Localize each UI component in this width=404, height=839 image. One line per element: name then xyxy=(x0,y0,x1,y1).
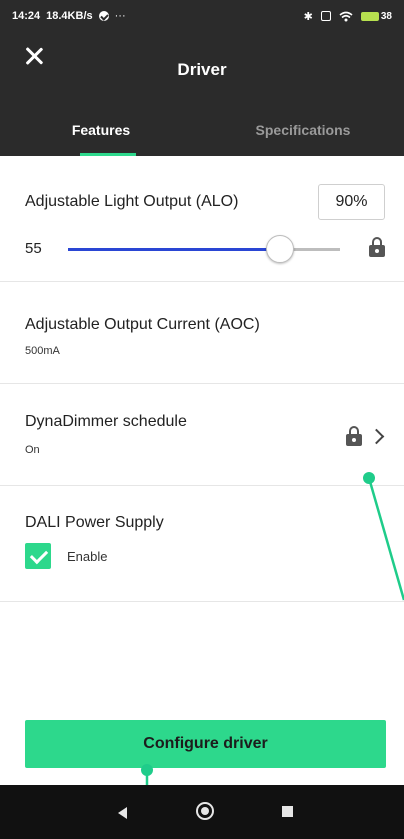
enable-checkbox[interactable] xyxy=(25,543,51,569)
enable-checkbox-label: Enable xyxy=(67,549,108,564)
recent-apps-icon[interactable] xyxy=(282,806,293,817)
check-circle-icon xyxy=(98,11,109,21)
dynadimmer-status: On xyxy=(25,444,40,456)
tab-specifications[interactable]: Specifications xyxy=(202,110,404,156)
bluetooth-icon: ✱ xyxy=(303,10,313,23)
battery-percent: 38 xyxy=(380,10,392,22)
tab-features[interactable]: Features xyxy=(0,110,202,156)
chevron-right-icon[interactable] xyxy=(368,428,385,445)
system-nav-bar xyxy=(0,785,404,839)
page-title: Driver xyxy=(177,60,227,79)
app-bar: Driver xyxy=(0,32,404,110)
alo-section: Adjustable Light Output (ALO) 90% 55 xyxy=(0,156,404,282)
alo-value-field[interactable]: 90% xyxy=(318,184,385,220)
configure-driver-button[interactable]: Configure driver xyxy=(25,720,386,768)
battery-icon: 38 xyxy=(360,10,392,22)
dali-section: DALI Power Supply Enable xyxy=(0,486,404,602)
alo-slider-fill xyxy=(68,248,281,251)
more-icon: ··· xyxy=(114,10,126,22)
status-bar: 14:24 18.4KB/s ··· ✱ 38 xyxy=(0,0,404,32)
status-time: 14:24 xyxy=(12,10,41,22)
lock-icon xyxy=(346,426,362,446)
home-icon[interactable] xyxy=(196,802,214,820)
tab-features-label: Features xyxy=(71,122,131,138)
sim-icon xyxy=(320,11,331,21)
lock-icon xyxy=(369,237,385,257)
slider-min-label: 55 xyxy=(25,240,42,257)
network-speed: 18.4KB/s xyxy=(46,10,93,22)
dynadimmer-section[interactable]: DynaDimmer schedule On xyxy=(0,384,404,486)
dali-title: DALI Power Supply xyxy=(25,514,164,531)
dynadimmer-title: DynaDimmer schedule xyxy=(25,413,187,430)
alo-slider-thumb[interactable] xyxy=(266,235,295,263)
wifi-icon xyxy=(339,11,353,21)
tab-bar: Features Specifications xyxy=(0,110,404,156)
alo-title: Adjustable Light Output (ALO) xyxy=(25,193,239,210)
aoc-value: 500mA xyxy=(25,345,60,357)
aoc-title: Adjustable Output Current (AOC) xyxy=(25,316,260,333)
aoc-section[interactable]: Adjustable Output Current (AOC) 500mA xyxy=(0,282,404,384)
back-icon[interactable] xyxy=(118,807,127,819)
tab-specifications-label: Specifications xyxy=(255,122,351,138)
alo-slider-track[interactable] xyxy=(68,248,340,251)
